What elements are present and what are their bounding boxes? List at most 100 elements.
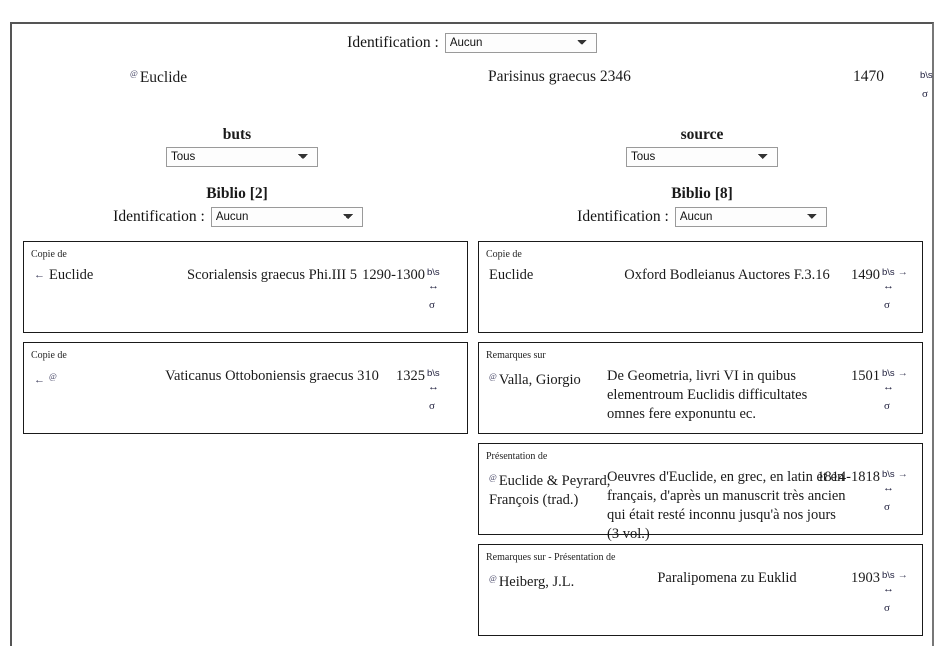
record-author[interactable]: @ Valla, Giorgio — [489, 367, 617, 390]
double-arrow-icon[interactable]: ↔ — [883, 381, 916, 393]
record-title[interactable]: Oxford Bodleianus Auctores F.3.16 — [607, 266, 847, 285]
left-identification-select[interactable]: Aucun — [210, 207, 363, 227]
record-author-label: Euclide — [489, 267, 534, 283]
sigma-icon[interactable]: σ — [922, 87, 941, 102]
bs-link[interactable]: b\s → — [882, 570, 916, 581]
record-author-label: Heiberg, J.L. — [498, 574, 575, 590]
bs-link[interactable]: b\s — [427, 267, 461, 278]
record-author[interactable]: @ Euclide & Peyrard, François (trad.) — [489, 468, 617, 510]
bs-label: b\s — [882, 469, 895, 480]
record-date: 1290-1300 — [362, 267, 425, 283]
record-tools: b\s → ↔ σ — [882, 267, 916, 313]
record-tools: b\s → ↔ σ — [882, 469, 916, 515]
record-kind: Copie de — [31, 249, 67, 260]
bs-link[interactable]: b\s → — [882, 267, 916, 278]
record-date: 1490 — [851, 267, 880, 283]
sigma-icon[interactable]: σ — [429, 298, 461, 313]
record-title[interactable]: Scorialensis graecus Phi.III 5 — [152, 266, 392, 285]
record-tools: b\s → ↔ σ — [882, 368, 916, 414]
main-record-tools: b\s σ — [920, 70, 941, 102]
top-identification-label: Identification : — [347, 34, 439, 51]
record-card[interactable]: Remarques sur @ Valla, Giorgio De Geometr… — [478, 342, 923, 434]
record-author[interactable]: ← Euclide — [34, 266, 162, 285]
double-arrow-icon[interactable]: ↔ — [883, 583, 916, 595]
at-icon: @ — [489, 371, 497, 381]
left-filter-column: buts Tous Biblio [2] Identification : Au… — [12, 126, 472, 227]
bs-label: b\s — [882, 267, 895, 278]
at-icon: @ — [130, 68, 138, 78]
double-arrow-icon[interactable]: ↔ — [428, 280, 461, 292]
source-select[interactable]: Tous — [626, 147, 778, 167]
record-card[interactable]: Copie de ← Euclide Scorialensis graecus P… — [23, 241, 468, 333]
double-arrow-icon[interactable]: ↔ — [883, 280, 916, 292]
bs-label: b\s — [882, 368, 895, 379]
bs-link[interactable]: b\s → — [882, 469, 916, 480]
sigma-icon[interactable]: σ — [884, 601, 916, 616]
double-arrow-icon[interactable]: ↔ — [428, 381, 461, 393]
arrow-right-icon[interactable]: → — [898, 368, 908, 379]
at-icon: @ — [489, 472, 497, 482]
record-body: Euclide Oxford Bodleianus Auctores F.3.1… — [479, 266, 922, 322]
record-date: 1903 — [851, 570, 880, 586]
bs-link[interactable]: b\s — [427, 368, 461, 379]
record-author[interactable]: ← @ — [34, 367, 162, 390]
right-filter-column: source Tous Biblio [8] Identification : … — [472, 126, 932, 227]
right-identification-row: Identification : Aucun — [472, 207, 932, 227]
top-identification-select[interactable]: Aucun — [444, 33, 597, 53]
main-record-date: 1470 — [853, 68, 884, 85]
left-column-heading: buts — [222, 126, 252, 143]
main-record-row: @ Euclide Parisinus graecus 2346 1470 b\s… — [12, 68, 933, 126]
sigma-icon[interactable]: σ — [884, 298, 916, 313]
record-title[interactable]: Paralipomena zu Euklid — [607, 569, 847, 588]
arrow-right-icon[interactable]: → — [898, 570, 908, 581]
record-title[interactable]: De Geometria, livri VI in quibus element… — [607, 367, 847, 424]
record-author-label: Valla, Giorgio — [498, 372, 581, 388]
record-body: @ Heiberg, J.L. Paralipomena zu Euklid 19… — [479, 569, 922, 625]
arrow-right-icon[interactable]: → — [898, 469, 908, 480]
left-records-column: Copie de ← Euclide Scorialensis graecus P… — [12, 241, 476, 434]
right-biblio-heading: Biblio [8] — [671, 185, 733, 202]
double-arrow-icon[interactable]: ↔ — [883, 482, 916, 494]
record-card[interactable]: Présentation de @ Euclide & Peyrard, Fran… — [478, 443, 923, 542]
record-body: ← @ Vaticanus Ottoboniensis graecus 310 1… — [24, 367, 467, 423]
right-column-heading: source — [680, 126, 724, 143]
record-card[interactable]: Copie de Euclide Oxford Bodleianus Aucto… — [478, 241, 923, 333]
main-record-author-label: Euclide — [139, 69, 188, 86]
record-card[interactable]: Copie de ← @ Vaticanus Ottoboniensis grae… — [23, 342, 468, 434]
record-date: 1501 — [851, 368, 880, 384]
record-tools: b\s ↔ σ — [427, 368, 461, 414]
arrow-right-icon[interactable]: → — [898, 267, 908, 278]
sigma-icon[interactable]: σ — [884, 500, 916, 515]
buts-select[interactable]: Tous — [166, 147, 318, 167]
bs-label: b\s — [882, 570, 895, 581]
arrow-left-icon: ← — [34, 269, 45, 281]
record-title[interactable]: Vaticanus Ottoboniensis graecus 310 — [152, 367, 392, 386]
record-card[interactable]: Remarques sur - Présentation de @ Heiberg… — [478, 544, 923, 636]
left-identification-row: Identification : Aucun — [4, 207, 472, 227]
record-date: 1814-1818 — [817, 469, 880, 485]
main-record-title[interactable]: Parisinus graecus 2346 — [488, 68, 631, 86]
record-author[interactable]: Euclide — [489, 266, 617, 285]
left-biblio-heading: Biblio [2] — [206, 185, 268, 202]
record-author[interactable]: @ Heiberg, J.L. — [489, 569, 617, 592]
record-tools: b\s ↔ σ — [427, 267, 461, 313]
at-icon: @ — [489, 573, 497, 583]
right-identification-select[interactable]: Aucun — [674, 207, 827, 227]
filter-columns: buts Tous Biblio [2] Identification : Au… — [12, 126, 932, 227]
record-tools: b\s → ↔ σ — [882, 570, 916, 616]
main-record-author[interactable]: @ Euclide — [130, 68, 187, 87]
bs-link[interactable]: b\s — [920, 70, 941, 81]
record-body: ← Euclide Scorialensis graecus Phi.III 5 … — [24, 266, 467, 322]
right-identification-label: Identification : — [577, 208, 669, 225]
top-identification-row: Identification : Aucun — [12, 24, 932, 53]
record-author-label: Euclide — [49, 267, 94, 283]
record-kind: Copie de — [486, 249, 522, 260]
page-frame: Identification : Aucun @ Euclide Parisinu… — [10, 22, 934, 646]
bs-link[interactable]: b\s → — [882, 368, 916, 379]
sigma-icon[interactable]: σ — [429, 399, 461, 414]
records-area: Copie de ← Euclide Scorialensis graecus P… — [12, 241, 932, 636]
record-title[interactable]: Oeuvres d'Euclide, en grec, en latin et … — [607, 468, 847, 544]
sigma-icon[interactable]: σ — [884, 399, 916, 414]
record-kind: Présentation de — [486, 451, 548, 462]
record-body: @ Valla, Giorgio De Geometria, livri VI i… — [479, 367, 922, 423]
